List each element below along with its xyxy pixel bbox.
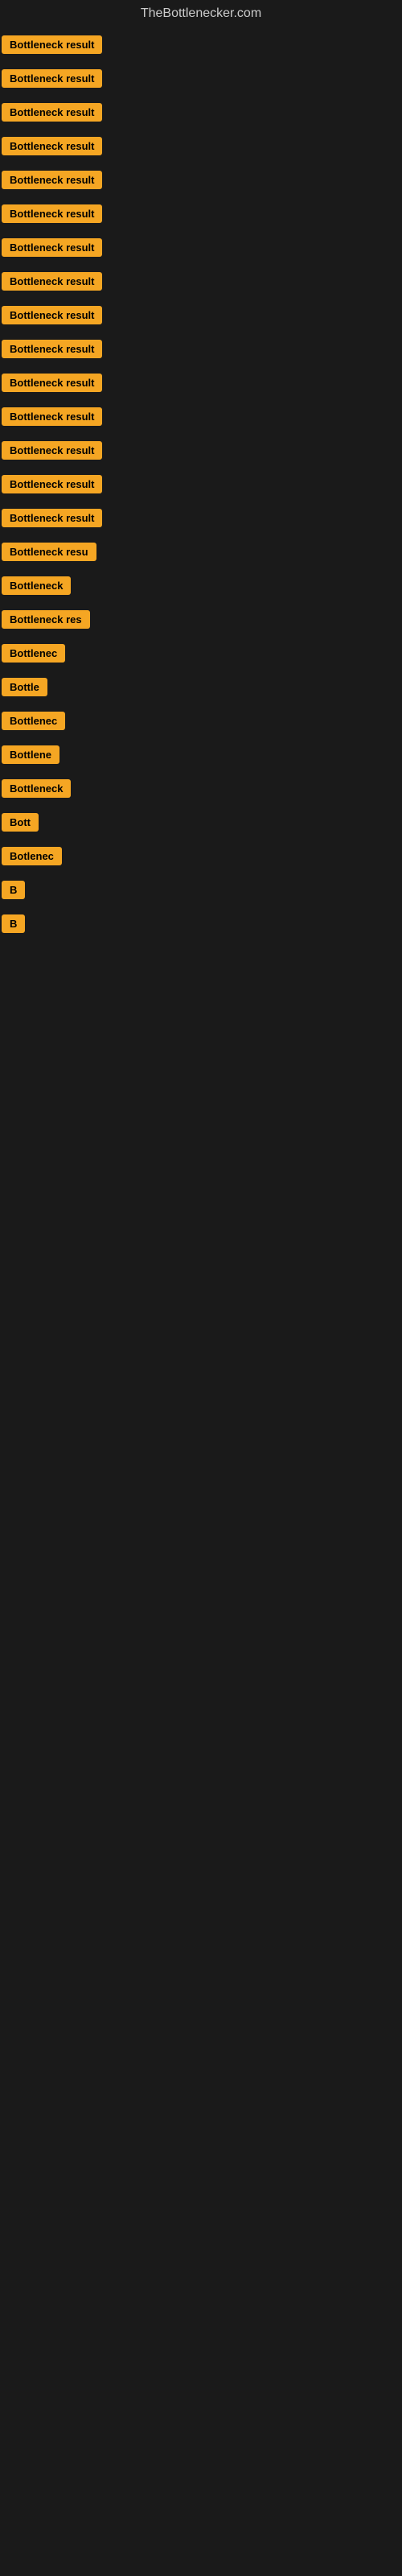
bottleneck-item: Bottlene (0, 741, 402, 773)
bottleneck-item: Bottleneck result (0, 335, 402, 367)
bottleneck-item: Bottle (0, 673, 402, 705)
bottleneck-item: Botlenec (0, 842, 402, 874)
bottleneck-badge[interactable]: Bottleneck (2, 576, 71, 595)
bottleneck-badge[interactable]: Bottleneck (2, 779, 71, 798)
site-header: TheBottlenecker.com (0, 0, 402, 31)
bottleneck-item: Bottlenec (0, 707, 402, 739)
bottleneck-item: Bottleneck result (0, 369, 402, 401)
bottleneck-item: Bottleneck result (0, 470, 402, 502)
bottleneck-item: Bottleneck result (0, 98, 402, 130)
bottleneck-badge[interactable]: Bottlenec (2, 712, 65, 730)
bottleneck-item: Bottleneck result (0, 504, 402, 536)
bottleneck-badge[interactable]: Bottleneck result (2, 272, 102, 291)
bottleneck-item: Bottleneck result (0, 301, 402, 333)
bottleneck-item: Bottleneck result (0, 233, 402, 266)
bottleneck-item: Bott (0, 808, 402, 840)
bottleneck-badge[interactable]: B (2, 914, 25, 933)
bottleneck-item: Bottleneck result (0, 402, 402, 435)
bottleneck-badge[interactable]: B (2, 881, 25, 899)
bottleneck-badge[interactable]: Bott (2, 813, 39, 832)
bottleneck-badge[interactable]: Bottleneck result (2, 441, 102, 460)
bottleneck-badge[interactable]: Bottlene (2, 745, 59, 764)
bottleneck-badge[interactable]: Bottleneck result (2, 340, 102, 358)
bottleneck-item: Bottleneck result (0, 166, 402, 198)
bottleneck-badge[interactable]: Bottleneck res (2, 610, 90, 629)
bottleneck-item: Bottleneck (0, 774, 402, 807)
bottleneck-item: Bottleneck result (0, 64, 402, 97)
bottleneck-item: Bottleneck result (0, 31, 402, 63)
bottleneck-badge[interactable]: Bottleneck resu (2, 543, 96, 561)
bottleneck-item: Bottleneck (0, 572, 402, 604)
items-list: Bottleneck result Bottleneck result Bottle… (0, 31, 402, 942)
bottleneck-badge[interactable]: Bottleneck result (2, 204, 102, 223)
bottleneck-item: Bottleneck result (0, 267, 402, 299)
bottleneck-badge[interactable]: Bottleneck result (2, 103, 102, 122)
bottleneck-item: Bottlenec (0, 639, 402, 671)
page-container: TheBottlenecker.com Bottleneck resultBot… (0, 0, 402, 2576)
bottleneck-item: Bottleneck result (0, 436, 402, 469)
bottleneck-item: B (0, 910, 402, 942)
bottleneck-badge[interactable]: Botlenec (2, 847, 62, 865)
bottleneck-badge[interactable]: Bottleneck result (2, 171, 102, 189)
bottleneck-badge[interactable]: Bottleneck result (2, 137, 102, 155)
bottleneck-badge[interactable]: Bottleneck result (2, 35, 102, 54)
bottleneck-badge[interactable]: Bottleneck result (2, 306, 102, 324)
bottleneck-item: Bottleneck result (0, 200, 402, 232)
bottleneck-badge[interactable]: Bottleneck result (2, 238, 102, 257)
bottleneck-badge[interactable]: Bottleneck result (2, 374, 102, 392)
bottleneck-badge[interactable]: Bottlenec (2, 644, 65, 663)
bottleneck-badge[interactable]: Bottleneck result (2, 69, 102, 88)
bottleneck-badge[interactable]: Bottleneck result (2, 475, 102, 493)
bottleneck-item: B (0, 876, 402, 908)
bottleneck-item: Bottleneck resu (0, 538, 402, 570)
bottleneck-badge[interactable]: Bottleneck result (2, 407, 102, 426)
bottleneck-item: Bottleneck res (0, 605, 402, 638)
bottleneck-item: Bottleneck result (0, 132, 402, 164)
bottleneck-badge[interactable]: Bottleneck result (2, 509, 102, 527)
bottleneck-badge[interactable]: Bottle (2, 678, 47, 696)
